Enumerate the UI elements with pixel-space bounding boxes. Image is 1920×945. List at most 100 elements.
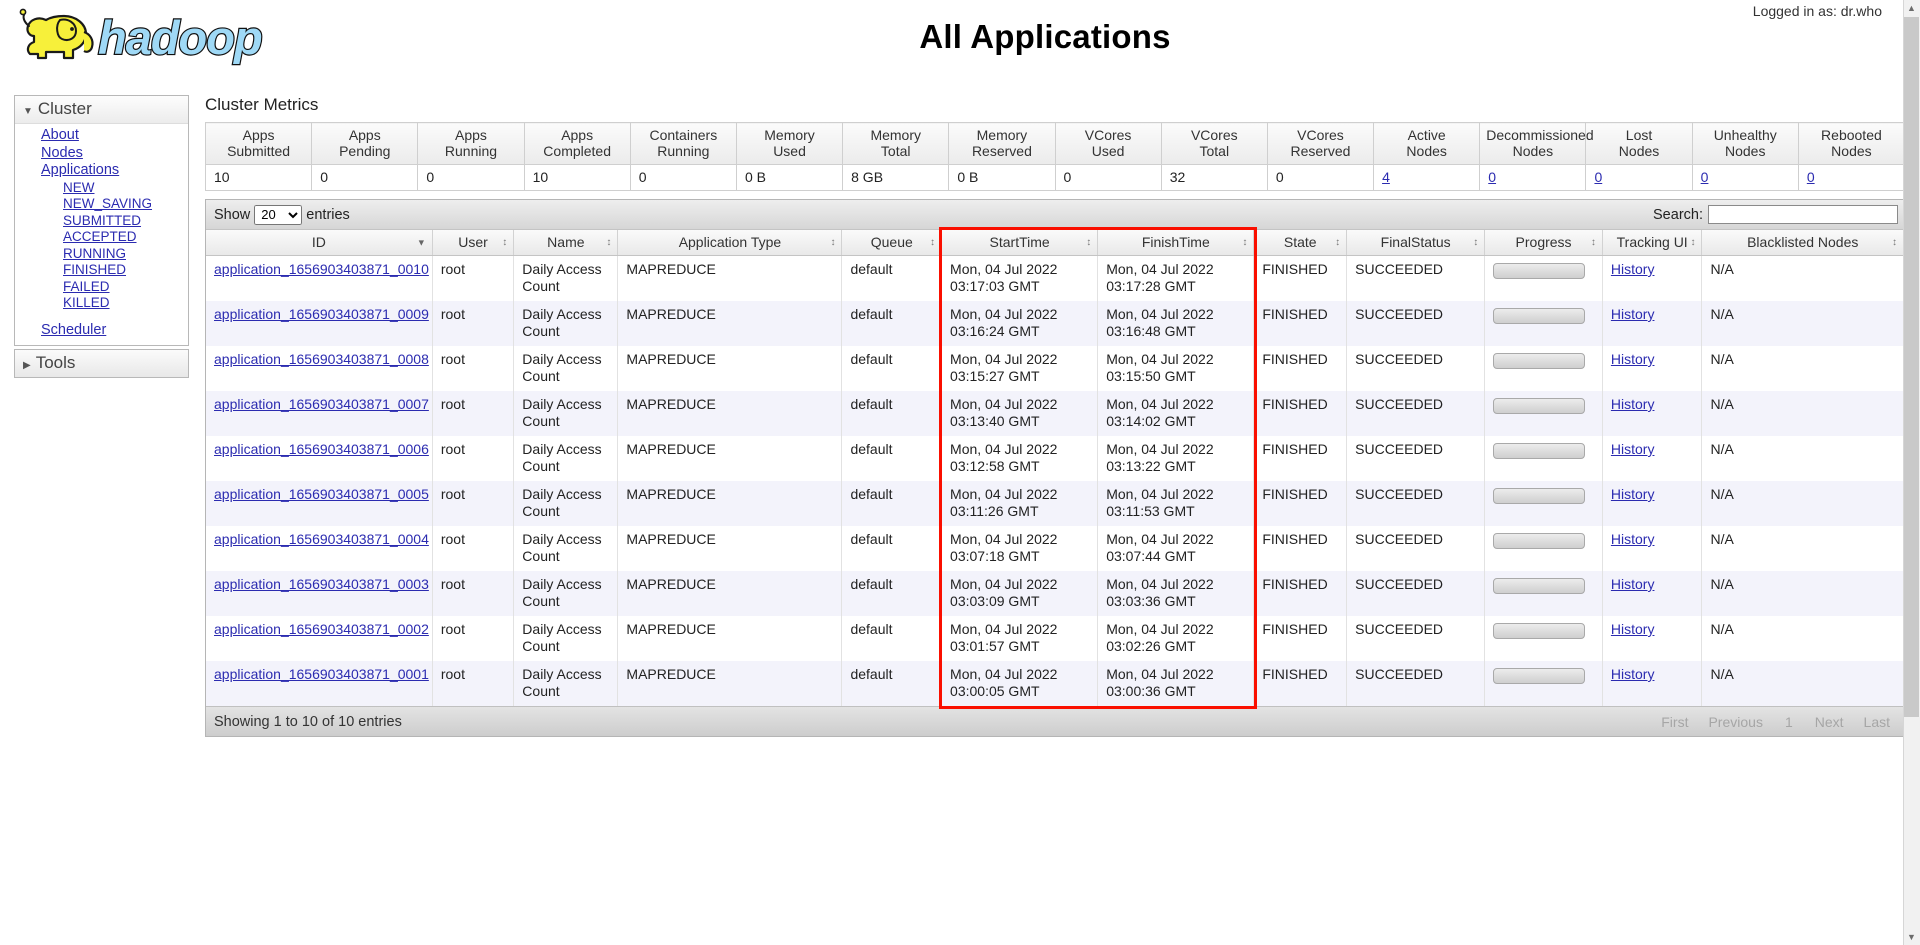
tracking-ui-history-link[interactable]: History [1611,351,1655,367]
cell-blacklisted-nodes: N/A [1701,391,1904,436]
cell-queue: default [841,255,943,301]
metrics-col-decommissioned-nodes: Decommissioned Nodes [1479,122,1594,165]
cell-blacklisted-nodes: N/A [1701,616,1904,661]
cell-state: FINISHED [1253,346,1348,391]
cell-application-id: application_1656903403871_0007 [206,391,433,436]
tracking-ui-history-link[interactable]: History [1611,576,1655,592]
column-header-user[interactable]: User ↕ [432,230,515,256]
entries-label: entries [306,206,350,223]
tracking-ui-history-link[interactable]: History [1611,531,1655,547]
sidebar-item-nodes[interactable]: Nodes [15,145,188,163]
pagination-previous[interactable]: Previous [1698,711,1772,733]
application-id-link[interactable]: application_1656903403871_0003 [214,576,429,592]
cell-blacklisted-nodes: N/A [1701,301,1904,346]
sidebar-item-killed[interactable]: KILLED [15,295,188,312]
cell-user: root [432,661,515,706]
search-input[interactable] [1708,205,1898,224]
sidebar-section-tools[interactable]: ▶ Tools [14,349,189,378]
application-id-link[interactable]: application_1656903403871_0006 [214,441,429,457]
pagination-page-1[interactable]: 1 [1773,711,1805,733]
application-id-link[interactable]: application_1656903403871_0004 [214,531,429,547]
column-header-id[interactable]: ID ▼ [206,230,433,256]
tracking-ui-history-link[interactable]: History [1611,486,1655,502]
cell-name: Daily Access Count [513,526,619,571]
application-id-link[interactable]: application_1656903403871_0005 [214,486,429,502]
scrollbar-thumb[interactable] [1904,17,1919,717]
cell-finish-time: Mon, 04 Jul 2022 03:17:28 GMT [1097,255,1255,301]
tracking-ui-history-link[interactable]: History [1611,666,1655,682]
cell-progress [1484,661,1603,706]
chevron-down-icon: ▼ [23,106,33,117]
page-length-select[interactable]: 20 40 60 80 100 [254,204,303,225]
cell-application-type: MAPREDUCE [617,616,843,661]
cluster-metrics-title: Cluster Metrics [205,95,319,114]
metrics-value-active-nodes[interactable]: 4 [1382,169,1390,185]
sidebar-item-submitted[interactable]: SUBMITTED [15,213,188,230]
column-header-finalstatus[interactable]: FinalStatus ↕ [1346,230,1486,256]
metrics-value-unhealthy-nodes[interactable]: 0 [1701,169,1709,185]
cell-tracking-ui: History [1602,436,1703,481]
metrics-value-rebooted-nodes[interactable]: 0 [1807,169,1815,185]
tracking-ui-history-link[interactable]: History [1611,306,1655,322]
sidebar-item-new[interactable]: NEW [15,180,188,197]
datatable-info: Showing 1 to 10 of 10 entries [214,713,402,730]
sidebar-item-scheduler[interactable]: Scheduler [15,322,188,340]
column-header-application-type[interactable]: Application Type ↕ [617,230,843,256]
scroll-up-arrow-icon[interactable]: ▲ [1904,0,1919,16]
metrics-value-lost-nodes[interactable]: 0 [1594,169,1602,185]
hadoop-logo[interactable]: hadoop [16,6,316,68]
tracking-ui-history-link[interactable]: History [1611,396,1655,412]
column-header-name[interactable]: Name ↕ [513,230,619,256]
column-header-state[interactable]: State ↕ [1253,230,1348,256]
cell-tracking-ui: History [1602,255,1703,301]
metrics-col-rebooted-nodes: Rebooted Nodes [1797,122,1906,165]
sidebar-item-failed[interactable]: FAILED [15,279,188,296]
pagination-last[interactable]: Last [1854,711,1900,733]
column-header-blacklisted-nodes[interactable]: Blacklisted Nodes ↕ [1701,230,1904,256]
application-id-link[interactable]: application_1656903403871_0007 [214,396,429,412]
cell-state: FINISHED [1253,255,1348,301]
cell-queue: default [841,571,943,616]
progress-bar [1493,623,1586,639]
cell-start-time: Mon, 04 Jul 2022 03:17:03 GMT [941,255,1099,301]
column-header-starttime[interactable]: StartTime ↕ [941,230,1099,256]
metrics-col-apps-submitted: Apps Submitted [204,122,313,165]
application-id-link[interactable]: application_1656903403871_0002 [214,621,429,637]
cell-progress [1484,616,1603,661]
progress-bar [1493,578,1586,594]
pagination-first[interactable]: First [1651,711,1698,733]
column-header-progress[interactable]: Progress ↕ [1484,230,1603,256]
cell-application-id: application_1656903403871_0001 [206,661,433,706]
cell-finish-time: Mon, 04 Jul 2022 03:16:48 GMT [1097,301,1255,346]
column-header-queue[interactable]: Queue ↕ [841,230,943,256]
sidebar-section-cluster[interactable]: ▼ Cluster [15,96,188,124]
application-id-link[interactable]: application_1656903403871_0001 [214,666,429,682]
scroll-down-arrow-icon[interactable]: ▼ [1904,929,1919,945]
cell-blacklisted-nodes: N/A [1701,526,1904,571]
tracking-ui-history-link[interactable]: History [1611,621,1655,637]
application-id-link[interactable]: application_1656903403871_0008 [214,351,429,367]
cell-user: root [432,346,515,391]
cell-progress [1484,526,1603,571]
cell-queue: default [841,481,943,526]
tracking-ui-history-link[interactable]: History [1611,441,1655,457]
sidebar-item-finished[interactable]: FINISHED [15,262,188,279]
column-header-tracking-ui[interactable]: Tracking UI ↕ [1602,230,1703,256]
sidebar-item-accepted[interactable]: ACCEPTED [15,229,188,246]
application-id-link[interactable]: application_1656903403871_0009 [214,306,429,322]
column-header-finishtime[interactable]: FinishTime ↕ [1097,230,1255,256]
cell-start-time: Mon, 04 Jul 2022 03:13:40 GMT [941,391,1099,436]
cell-queue: default [841,661,943,706]
application-id-link[interactable]: application_1656903403871_0010 [214,261,429,277]
tracking-ui-history-link[interactable]: History [1611,261,1655,277]
pagination-next[interactable]: Next [1805,711,1854,733]
metrics-value-decommissioned-nodes[interactable]: 0 [1488,169,1496,185]
page-scrollbar[interactable]: ▲ ▼ [1903,0,1920,945]
cell-finish-time: Mon, 04 Jul 2022 03:03:36 GMT [1097,571,1255,616]
table-row: application_1656903403871_0010 root Daily … [206,255,1904,301]
sidebar-item-applications[interactable]: Applications [15,162,188,180]
sidebar-item-running[interactable]: RUNNING [15,246,188,263]
cell-start-time: Mon, 04 Jul 2022 03:00:05 GMT [941,661,1099,706]
sidebar-item-new-saving[interactable]: NEW_SAVING [15,196,188,213]
sidebar-item-about[interactable]: About [15,127,188,145]
